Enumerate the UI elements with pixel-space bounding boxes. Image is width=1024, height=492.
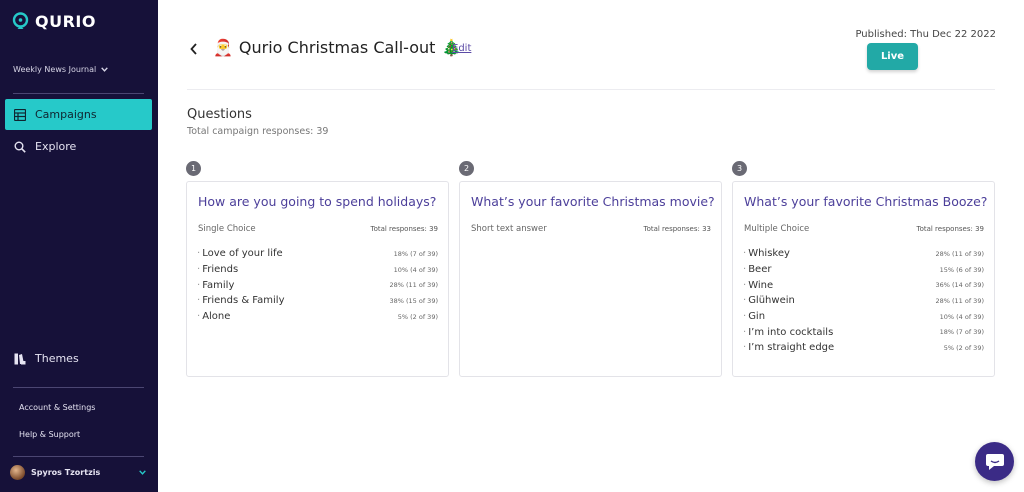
chat-support-button[interactable] (975, 442, 1014, 481)
answer-row: · I’m straight edge 5% (2 of 39) (743, 342, 984, 354)
answer-percentage: 15% (6 of 39) (939, 265, 984, 274)
answer-label: I’m into cocktails (748, 326, 834, 338)
question-total-responses: Total responses: 39 (916, 225, 984, 233)
workspace-selector[interactable]: Weekly News Journal (13, 65, 109, 74)
answer-label: Family (202, 279, 235, 291)
question-total-responses: Total responses: 39 (370, 225, 438, 233)
edit-link[interactable]: Edit (452, 43, 471, 54)
question-type: Single Choice (198, 224, 256, 234)
answer-list: · Whiskey 28% (11 of 39) · Beer 15% (6 of 39… (743, 246, 984, 356)
answer-percentage: 18% (7 of 39) (393, 249, 438, 258)
question-number-badge: 3 (732, 161, 747, 176)
question-title[interactable]: How are you going to spend holidays? (198, 194, 436, 209)
help-support-link[interactable]: Help & Support (19, 430, 80, 439)
sidebar-divider (13, 456, 144, 457)
question-type: Short text answer (471, 224, 547, 234)
chevron-down-icon (101, 67, 109, 72)
live-button[interactable]: Live (867, 43, 918, 70)
published-date: Published: Thu Dec 22 2022 (855, 29, 996, 40)
answer-percentage: 18% (7 of 39) (939, 328, 984, 337)
answer-row: · Alone 5% (2 of 39) (197, 311, 438, 323)
answer-percentage: 10% (4 of 39) (393, 265, 438, 274)
avatar (10, 465, 25, 480)
search-icon (14, 141, 26, 153)
answer-row: · Beer 15% (6 of 39) (743, 264, 984, 276)
question-card[interactable]: What’s your favorite Christmas Booze? Mu… (732, 181, 995, 377)
answer-percentage: 10% (4 of 39) (939, 312, 984, 321)
answer-row: · Whiskey 28% (11 of 39) (743, 248, 984, 260)
logo-text: QURIO (35, 12, 96, 31)
sidebar-divider (13, 93, 144, 94)
answer-percentage: 28% (11 of 39) (389, 281, 438, 290)
question-type: Multiple Choice (744, 224, 810, 234)
answer-list: · Love of your life 18% (7 of 39) · Friends… (197, 246, 438, 324)
total-campaign-responses: Total campaign responses: 39 (187, 126, 329, 137)
answer-row: · Wine 36% (14 of 39) (743, 279, 984, 291)
answer-label: Love of your life (202, 248, 283, 260)
user-menu[interactable]: Spyros Tzortzis (10, 465, 146, 480)
answer-percentage: 5% (2 of 39) (943, 343, 984, 352)
qurio-logo-icon (12, 12, 29, 29)
back-arrow-icon[interactable] (189, 42, 199, 56)
answer-label: Glühwein (748, 295, 795, 307)
question-number-badge: 1 (186, 161, 201, 176)
answer-row: · Glühwein 28% (11 of 39) (743, 295, 984, 307)
campaign-title: Qurio Christmas Call-out (238, 38, 436, 57)
sidebar-divider (13, 387, 144, 388)
question-number-badge: 2 (459, 161, 474, 176)
page-title: 🎅 Qurio Christmas Call-out 🎄 (213, 38, 461, 57)
question-title[interactable]: What’s your favorite Christmas movie? (471, 194, 715, 209)
answer-percentage: 36% (14 of 39) (935, 281, 984, 290)
answer-row: · Family 28% (11 of 39) (197, 279, 438, 291)
answer-label: Gin (748, 311, 766, 323)
sidebar: QURIO Weekly News Journal Campaigns Expl… (0, 0, 158, 492)
header-divider (187, 89, 995, 90)
questions-heading: Questions (187, 107, 252, 122)
workspace-name: Weekly News Journal (13, 65, 97, 74)
answer-row: · Friends 10% (4 of 39) (197, 264, 438, 276)
sidebar-item-label: Explore (35, 140, 77, 153)
answer-percentage: 28% (11 of 39) (935, 249, 984, 258)
answer-percentage: 28% (11 of 39) (935, 296, 984, 305)
answer-label: Friends & Family (202, 295, 285, 307)
answer-label: I’m straight edge (748, 342, 835, 354)
main-content: 🎅 Qurio Christmas Call-out 🎄 Edit Publis… (158, 0, 1024, 492)
sidebar-item-label: Themes (35, 352, 79, 365)
chat-bubble-icon (985, 453, 1004, 470)
answer-row: · Love of your life 18% (7 of 39) (197, 248, 438, 260)
question-title[interactable]: What’s your favorite Christmas Booze? (744, 194, 987, 209)
answer-label: Whiskey (748, 248, 790, 260)
sidebar-item-themes[interactable]: Themes (5, 343, 152, 374)
answer-label: Beer (748, 264, 772, 276)
account-settings-link[interactable]: Account & Settings (19, 403, 95, 412)
answer-label: Friends (202, 264, 239, 276)
answer-percentage: 38% (15 of 39) (389, 296, 438, 305)
question-card[interactable]: What’s your favorite Christmas movie? Sh… (459, 181, 722, 377)
question-total-responses: Total responses: 33 (643, 225, 711, 233)
table-icon (14, 108, 26, 121)
user-name: Spyros Tzortzis (31, 468, 101, 477)
sidebar-item-explore[interactable]: Explore (5, 131, 152, 162)
answer-label: Alone (202, 311, 231, 323)
logo[interactable]: QURIO (12, 12, 96, 31)
answer-row: · Gin 10% (4 of 39) (743, 311, 984, 323)
chevron-down-icon (139, 470, 146, 475)
question-card[interactable]: How are you going to spend holidays? Sin… (186, 181, 449, 377)
santa-emoji: 🎅 (213, 38, 233, 57)
answer-label: Wine (748, 279, 774, 291)
answer-percentage: 5% (2 of 39) (397, 312, 438, 321)
answer-row: · Friends & Family 38% (15 of 39) (197, 295, 438, 307)
themes-icon (14, 353, 26, 364)
sidebar-item-campaigns[interactable]: Campaigns (5, 99, 152, 130)
answer-row: · I’m into cocktails 18% (7 of 39) (743, 326, 984, 338)
sidebar-item-label: Campaigns (35, 108, 97, 121)
